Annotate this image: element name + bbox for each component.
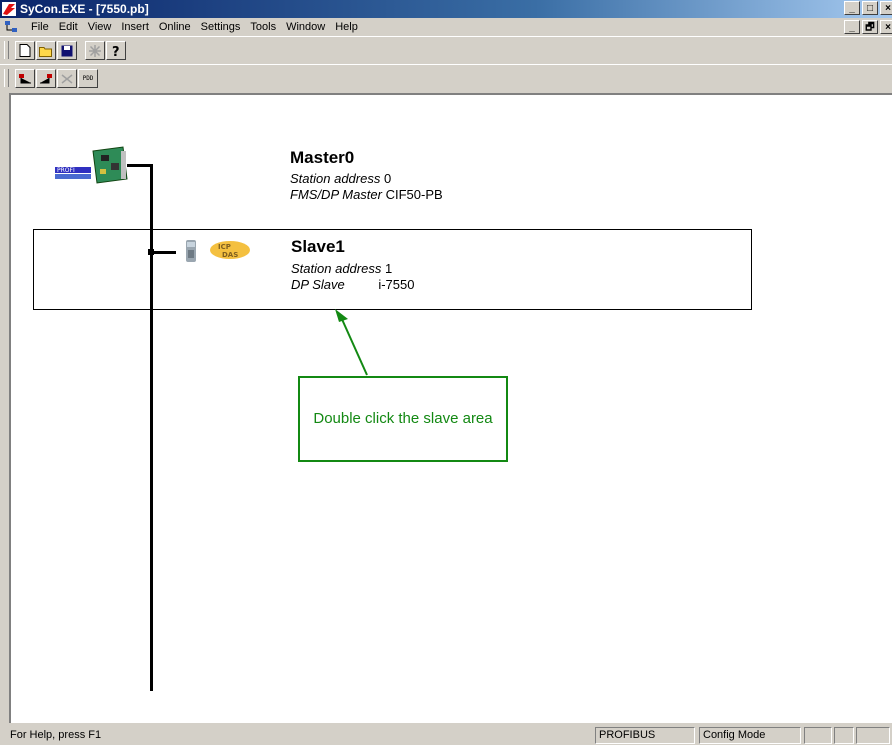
maximize-button[interactable]: □ — [862, 1, 878, 15]
menu-settings[interactable]: Settings — [196, 18, 246, 36]
status-mode-pane: Config Mode — [699, 727, 801, 744]
status-help-text: For Help, press F1 — [10, 729, 102, 741]
new-file-button[interactable] — [15, 41, 35, 60]
status-bus-pane: PROFIBUS — [595, 727, 695, 744]
save-disk-icon — [61, 45, 73, 56]
help-question-icon: ? — [112, 45, 120, 58]
slave-device-type: DP Slave i-7550 — [291, 277, 414, 292]
slave-name: Slave1 — [291, 237, 345, 256]
svg-text:?: ? — [112, 45, 120, 58]
master-station-address: Station address 0 — [290, 171, 391, 186]
master-device-type: FMS/DP Master CIF50-PB — [290, 187, 443, 202]
new-file-icon — [19, 44, 31, 57]
master-station-value: 0 — [383, 171, 392, 186]
save-button[interactable] — [57, 41, 77, 60]
slave-type-value: i-7550 — [378, 277, 415, 292]
insert-master-icon — [19, 73, 31, 83]
slave-station-label: Station address — [291, 261, 382, 276]
slave-station-address: Station address 1 — [291, 261, 392, 276]
window-controls: _ □ × — [844, 1, 892, 15]
insert-master-button[interactable] — [15, 69, 35, 88]
svg-text:ICP: ICP — [218, 243, 231, 251]
doc-close-button[interactable]: × — [880, 20, 892, 34]
callout-arrow — [335, 309, 368, 376]
slave-area[interactable]: ICP DAS Slave1 Station address 1 DP Slav… — [33, 229, 752, 310]
master-station-label: Station address — [290, 171, 381, 186]
master-name: Master0 — [290, 148, 355, 167]
master-connector — [127, 164, 153, 167]
instruction-callout: Double click the slave area — [298, 376, 508, 462]
insert-slave-icon — [40, 73, 52, 83]
toolbar-grip[interactable] — [4, 69, 9, 87]
status-bar: For Help, press F1 PROFIBUS Config Mode — [0, 725, 892, 745]
pdd-button[interactable]: PDD — [78, 69, 98, 88]
menu-tools[interactable]: Tools — [245, 18, 281, 36]
network-document-icon[interactable] — [4, 20, 18, 34]
properties-button[interactable] — [85, 41, 105, 60]
status-pane-empty-2 — [834, 727, 854, 744]
standard-toolbar: ? — [0, 36, 892, 63]
disabled-network-icon — [61, 73, 73, 84]
menu-file[interactable]: File — [26, 18, 54, 36]
svg-text:PROFI: PROFI — [57, 167, 75, 174]
master-card-icon[interactable]: PROFI — [53, 145, 129, 185]
network-toolbar-buttons: PDD — [14, 68, 99, 89]
star-properties-icon — [89, 44, 101, 57]
menu-window[interactable]: Window — [281, 18, 330, 36]
network-view-canvas[interactable]: PROFI Master0 Station address 0 FMS/DP M… — [9, 93, 892, 723]
sycon-app-icon[interactable] — [2, 2, 16, 16]
toolbar-grip[interactable] — [4, 41, 9, 59]
menu-view[interactable]: View — [83, 18, 117, 36]
status-pane-empty-1 — [804, 727, 832, 744]
menu-bar: File Edit View Insert Online Settings To… — [0, 18, 892, 36]
menu-items: File Edit View Insert Online Settings To… — [26, 18, 363, 36]
master-type-label: FMS/DP Master — [290, 187, 382, 202]
network-toolbar: PDD — [0, 64, 892, 91]
menu-online[interactable]: Online — [154, 18, 196, 36]
disabled-tool-button[interactable] — [57, 69, 77, 88]
pdd-label: PDD — [82, 75, 94, 82]
open-file-button[interactable] — [36, 41, 56, 60]
slave-type-label: DP Slave — [291, 277, 345, 292]
svg-text:DAS: DAS — [222, 251, 238, 259]
document-window-controls: _ 🗗 × — [844, 20, 892, 34]
window-title: SyCon.EXE - [7550.pb] — [20, 2, 149, 16]
title-bar[interactable]: SyCon.EXE - [7550.pb] _ □ × — [0, 0, 892, 18]
slave-connector-dot — [148, 249, 154, 255]
insert-slave-button[interactable] — [36, 69, 56, 88]
slave-device-icon[interactable]: ICP DAS — [184, 236, 254, 268]
standard-toolbar-buttons: ? — [14, 40, 127, 61]
open-folder-icon — [39, 46, 52, 57]
help-button[interactable]: ? — [106, 41, 126, 60]
doc-minimize-button[interactable]: _ — [844, 20, 860, 34]
menu-insert[interactable]: Insert — [116, 18, 154, 36]
minimize-button[interactable]: _ — [844, 1, 860, 15]
doc-restore-button[interactable]: 🗗 — [862, 20, 878, 34]
menu-edit[interactable]: Edit — [54, 18, 83, 36]
status-pane-empty-3 — [856, 727, 890, 744]
slave-station-value: 1 — [384, 261, 393, 276]
master-type-value: CIF50-PB — [385, 187, 443, 202]
close-button[interactable]: × — [880, 1, 892, 15]
menu-help[interactable]: Help — [330, 18, 363, 36]
